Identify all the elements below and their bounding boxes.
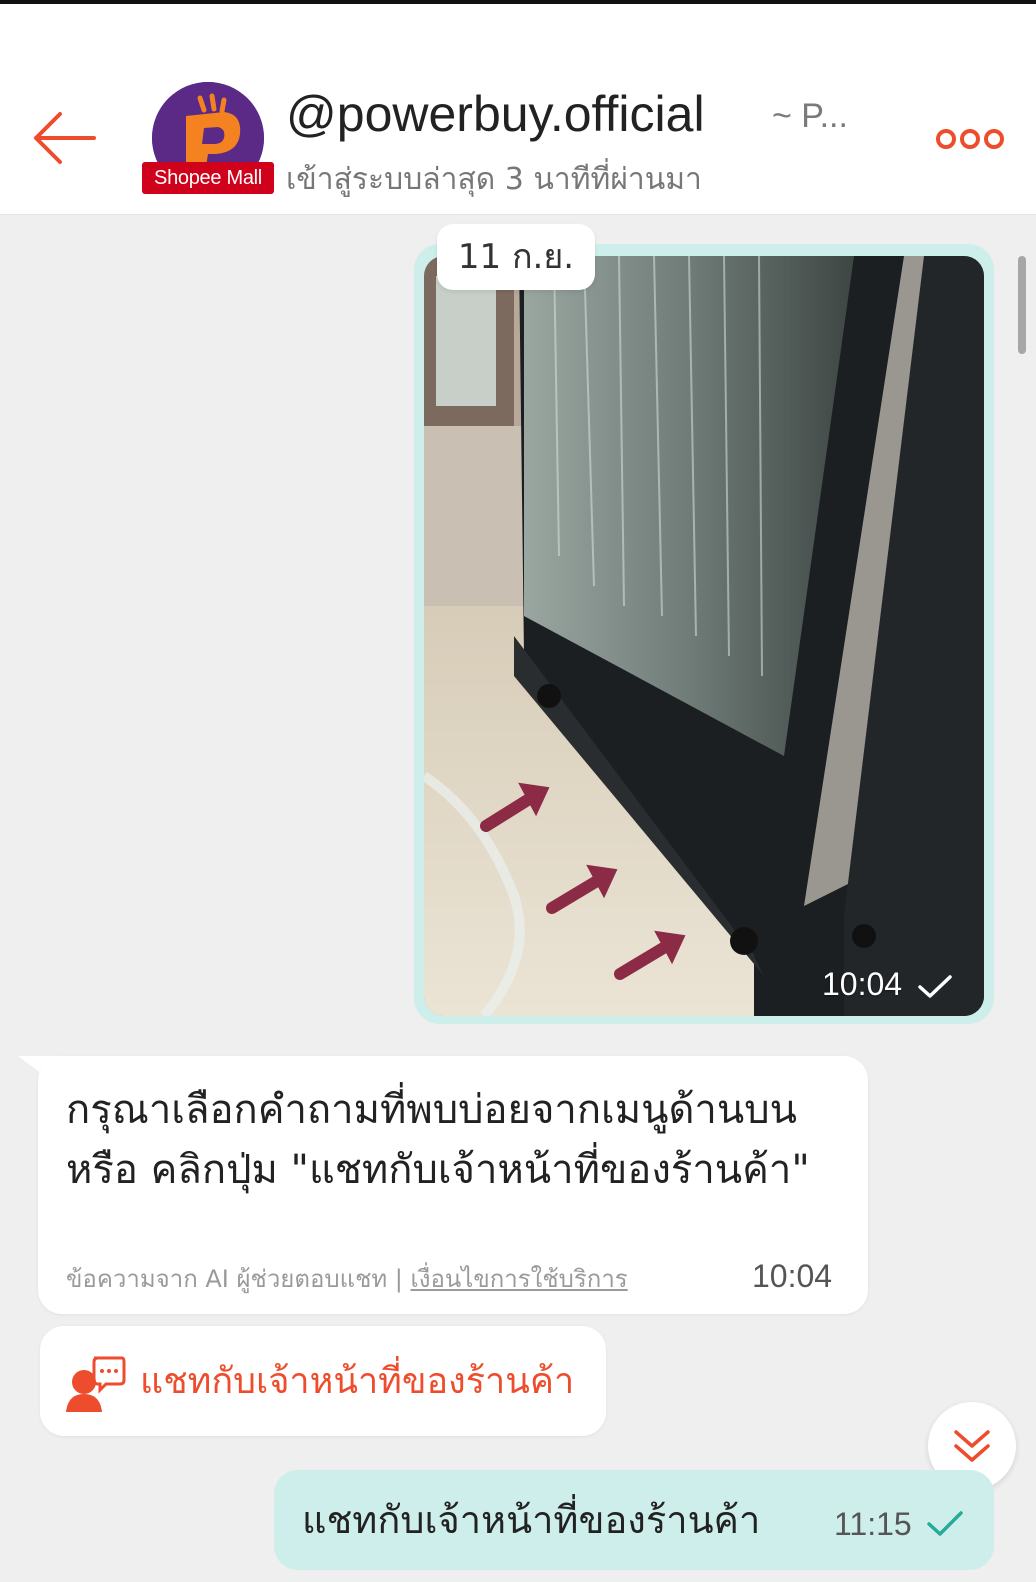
date-separator: 11 ก.ย. (437, 224, 595, 290)
my-message-text: แชทกับเจ้าหน้าที่ของร้านค้า (302, 1498, 761, 1542)
shop-name-suffix: ~ P... (772, 97, 848, 135)
photo-refrigerator-leak[interactable] (424, 256, 984, 1016)
shop-avatar[interactable]: Shopee Mall (142, 82, 276, 202)
shop-name[interactable]: @powerbuy.official (286, 82, 705, 146)
image-message-time: 10:04 (822, 966, 953, 1003)
chat-agent-icon (66, 1356, 126, 1412)
more-options-icon[interactable] (934, 122, 1006, 156)
my-message-time: 11:15 (834, 1506, 912, 1542)
scrollbar-thumb[interactable] (1018, 256, 1026, 354)
back-arrow-icon[interactable] (30, 108, 100, 168)
ai-reply-text: กรุณาเลือกคำถามที่พบบ่อยจากเมนูด้านบน หร… (66, 1087, 810, 1193)
chat-with-agent-button[interactable]: แชทกับเจ้าหน้าที่ของร้านค้า (40, 1326, 606, 1436)
ai-reply-footer: ข้อความจาก AI ผู้ช่วยตอบแชท | เงื่อนไขกา… (66, 1262, 628, 1296)
shopee-mall-badge: Shopee Mall (142, 162, 274, 194)
sent-check-icon (918, 974, 952, 998)
chat-with-agent-label: แชทกับเจ้าหน้าที่ของร้านค้า (140, 1361, 575, 1402)
ai-disclaimer: ข้อความจาก AI ผู้ช่วยตอบแชท | (66, 1265, 411, 1293)
terms-link[interactable]: เงื่อนไขการใช้บริการ (411, 1265, 628, 1293)
chat-header: Shopee Mall @powerbuy.official ~ P... เข… (0, 4, 1036, 215)
ai-reply-time: 10:04 (752, 1258, 833, 1294)
sent-check-icon (927, 1511, 963, 1536)
last-seen-status: เข้าสู่ระบบล่าสุด 3 นาทีที่ผ่านมา (286, 162, 702, 197)
